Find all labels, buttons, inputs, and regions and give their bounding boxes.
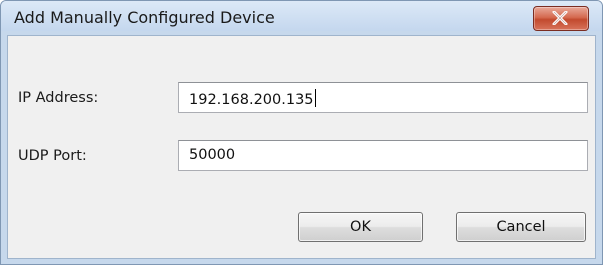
text-caret (314, 89, 316, 107)
udp-port-field[interactable]: 50000 (178, 140, 588, 171)
ip-address-value: 192.168.200.135 (189, 92, 314, 108)
dialog-window: Add Manually Configured Device IP Addres… (0, 0, 603, 265)
ip-address-field[interactable]: 192.168.200.135 (178, 82, 588, 113)
dialog-title: Add Manually Configured Device (14, 8, 275, 27)
ip-address-label: IP Address: (18, 90, 99, 106)
title-bar[interactable]: Add Manually Configured Device (1, 1, 602, 31)
udp-port-label: UDP Port: (18, 148, 87, 164)
close-button[interactable] (533, 6, 589, 31)
ok-button[interactable]: OK (298, 212, 423, 242)
dialog-body: IP Address: 192.168.200.135 UDP Port: 50… (7, 35, 596, 259)
cancel-button[interactable]: Cancel (456, 212, 586, 242)
udp-port-value: 50000 (189, 147, 236, 163)
close-icon (552, 11, 568, 25)
